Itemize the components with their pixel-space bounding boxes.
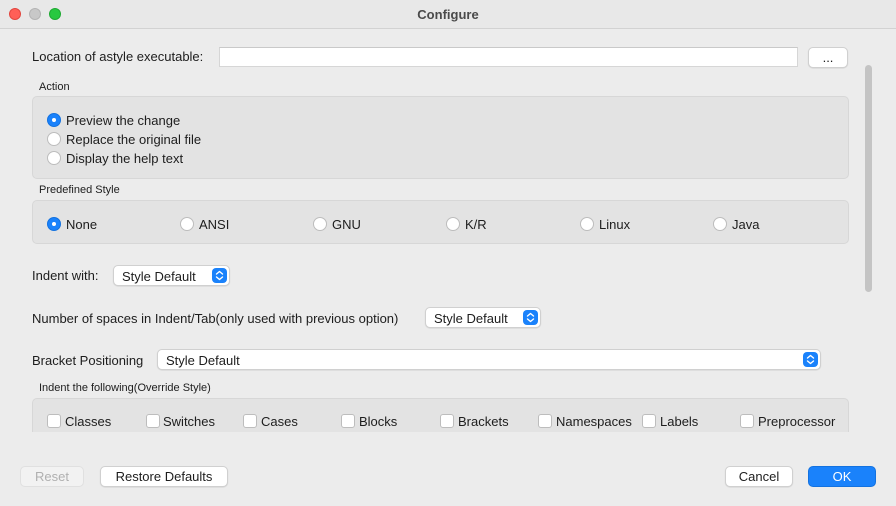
bracket-label: Bracket Positioning <box>32 353 144 368</box>
radio-display-help-label[interactable]: Display the help text <box>66 151 183 166</box>
chevron-updown-icon <box>523 310 538 325</box>
indent-following-heading: Indent the following(Override Style) <box>39 382 211 394</box>
checkbox-brackets-label[interactable]: Brackets <box>458 414 509 429</box>
radio-style-java[interactable] <box>713 217 727 231</box>
radio-style-ansi[interactable] <box>180 217 194 231</box>
radio-replace-original-label[interactable]: Replace the original file <box>66 132 201 147</box>
radio-style-java-label[interactable]: Java <box>732 217 759 232</box>
radio-style-gnu[interactable] <box>313 217 327 231</box>
executable-label: Location of astyle executable: <box>32 49 204 64</box>
radio-style-ansi-label[interactable]: ANSI <box>199 217 229 232</box>
checkbox-brackets[interactable] <box>440 414 454 428</box>
browse-button[interactable]: ... <box>808 47 848 68</box>
title-bar: Configure <box>0 0 896 29</box>
radio-style-none[interactable] <box>47 217 61 231</box>
spaces-popup[interactable]: Style Default <box>425 307 541 328</box>
radio-preview-change-label[interactable]: Preview the change <box>66 113 180 128</box>
checkbox-labels-label[interactable]: Labels <box>660 414 698 429</box>
radio-style-gnu-label[interactable]: GNU <box>332 217 361 232</box>
indent-with-label: Indent with: <box>32 268 99 283</box>
checkbox-classes[interactable] <box>47 414 61 428</box>
checkbox-preprocessor[interactable] <box>740 414 754 428</box>
checkbox-classes-label[interactable]: Classes <box>65 414 111 429</box>
checkbox-switches[interactable] <box>146 414 160 428</box>
bracket-value: Style Default <box>166 353 240 368</box>
chevron-updown-icon <box>803 352 818 367</box>
spaces-value: Style Default <box>434 311 508 326</box>
checkbox-blocks[interactable] <box>341 414 355 428</box>
bracket-popup[interactable]: Style Default <box>157 349 821 370</box>
window-title: Configure <box>417 7 479 22</box>
radio-replace-original[interactable] <box>47 132 61 146</box>
reset-button[interactable]: Reset <box>20 466 84 487</box>
action-heading: Action <box>39 81 70 93</box>
radio-style-none-label[interactable]: None <box>66 217 97 232</box>
checkbox-blocks-label[interactable]: Blocks <box>359 414 397 429</box>
cancel-button[interactable]: Cancel <box>725 466 793 487</box>
restore-defaults-button[interactable]: Restore Defaults <box>100 466 228 487</box>
spaces-label: Number of spaces in Indent/Tab(only used… <box>32 311 399 326</box>
radio-style-kr[interactable] <box>446 217 460 231</box>
checkbox-namespaces-label[interactable]: Namespaces <box>556 414 632 429</box>
predefined-style-heading: Predefined Style <box>39 184 120 196</box>
checkbox-namespaces[interactable] <box>538 414 552 428</box>
radio-preview-change[interactable] <box>47 113 61 127</box>
scrollbar-thumb[interactable] <box>865 65 872 292</box>
checkbox-labels[interactable] <box>642 414 656 428</box>
indent-following-clip: Classes Switches Cases Blocks Brackets N… <box>0 398 880 432</box>
ok-button[interactable]: OK <box>808 466 876 487</box>
checkbox-preprocessor-label[interactable]: Preprocessor <box>758 414 835 429</box>
indent-with-value: Style Default <box>122 269 196 284</box>
executable-path-field[interactable] <box>219 47 798 67</box>
radio-style-linux-label[interactable]: Linux <box>599 217 630 232</box>
checkbox-cases[interactable] <box>243 414 257 428</box>
indent-with-popup[interactable]: Style Default <box>113 265 230 286</box>
radio-display-help[interactable] <box>47 151 61 165</box>
chevron-updown-icon <box>212 268 227 283</box>
radio-style-kr-label[interactable]: K/R <box>465 217 487 232</box>
checkbox-switches-label[interactable]: Switches <box>163 414 215 429</box>
checkbox-cases-label[interactable]: Cases <box>261 414 298 429</box>
radio-style-linux[interactable] <box>580 217 594 231</box>
